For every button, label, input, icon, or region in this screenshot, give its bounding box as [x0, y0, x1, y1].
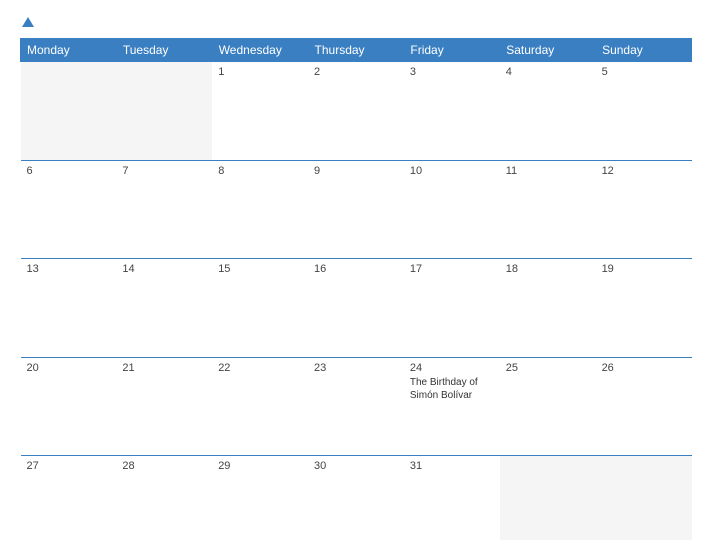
- day-number: 7: [122, 165, 206, 177]
- calendar-cell: 9: [308, 160, 404, 259]
- calendar-cell: 10: [404, 160, 500, 259]
- day-number: 11: [506, 165, 590, 177]
- calendar-cell: 27: [21, 456, 117, 541]
- day-number: 24: [410, 362, 494, 374]
- calendar-cell: 31: [404, 456, 500, 541]
- day-number: 13: [27, 263, 111, 275]
- day-number: 3: [410, 66, 494, 78]
- day-number: 5: [602, 66, 686, 78]
- weekday-header: Saturday: [500, 39, 596, 62]
- day-number: 18: [506, 263, 590, 275]
- calendar-cell: 2: [308, 62, 404, 161]
- day-number: 8: [218, 165, 302, 177]
- weekday-header: Monday: [21, 39, 117, 62]
- day-number: 16: [314, 263, 398, 275]
- calendar-cell: 1: [212, 62, 308, 161]
- calendar-cell: 5: [596, 62, 692, 161]
- calendar-cell: 4: [500, 62, 596, 161]
- weekday-header-row: MondayTuesdayWednesdayThursdayFridaySatu…: [21, 39, 692, 62]
- calendar-cell: 20: [21, 357, 117, 456]
- calendar-cell: 12: [596, 160, 692, 259]
- calendar-cell: 6: [21, 160, 117, 259]
- calendar-cell: [500, 456, 596, 541]
- calendar-cell: 30: [308, 456, 404, 541]
- calendar-cell: 7: [116, 160, 212, 259]
- day-number: 27: [27, 460, 111, 472]
- day-number: 4: [506, 66, 590, 78]
- day-number: 14: [122, 263, 206, 275]
- calendar-cell: 23: [308, 357, 404, 456]
- calendar-cell: 16: [308, 259, 404, 358]
- weekday-header: Friday: [404, 39, 500, 62]
- day-number: 12: [602, 165, 686, 177]
- day-number: 25: [506, 362, 590, 374]
- logo: [20, 18, 34, 28]
- calendar-week-row: 12345: [21, 62, 692, 161]
- calendar-cell: [116, 62, 212, 161]
- day-number: 10: [410, 165, 494, 177]
- weekday-header: Wednesday: [212, 39, 308, 62]
- weekday-header: Tuesday: [116, 39, 212, 62]
- day-number: 2: [314, 66, 398, 78]
- calendar-cell: 15: [212, 259, 308, 358]
- day-number: 9: [314, 165, 398, 177]
- day-number: 28: [122, 460, 206, 472]
- day-number: 31: [410, 460, 494, 472]
- day-number: 29: [218, 460, 302, 472]
- calendar-cell: [596, 456, 692, 541]
- calendar-cell: 11: [500, 160, 596, 259]
- day-number: 1: [218, 66, 302, 78]
- day-number: 20: [27, 362, 111, 374]
- calendar-cell: 3: [404, 62, 500, 161]
- calendar-cell: 14: [116, 259, 212, 358]
- calendar-cell: 28: [116, 456, 212, 541]
- calendar-cell: 25: [500, 357, 596, 456]
- calendar-week-row: 2021222324The Birthday of Simón Bolívar2…: [21, 357, 692, 456]
- calendar-cell: 29: [212, 456, 308, 541]
- calendar-week-row: 13 14 15 16 17 18 19: [21, 259, 692, 358]
- calendar-cell: 8: [212, 160, 308, 259]
- calendar-cell: 18: [500, 259, 596, 358]
- day-number: 30: [314, 460, 398, 472]
- calendar-cell: [21, 62, 117, 161]
- calendar-week-row: 6789 10 11 12: [21, 160, 692, 259]
- day-number: 6: [27, 165, 111, 177]
- logo-triangle-icon: [22, 17, 34, 27]
- day-number: 26: [602, 362, 686, 374]
- calendar-page: MondayTuesdayWednesdayThursdayFridaySatu…: [0, 0, 712, 550]
- day-number: 17: [410, 263, 494, 275]
- header: [20, 18, 692, 28]
- calendar-cell: 24 The Birthday of Simón Bolívar: [404, 357, 500, 456]
- day-number: 23: [314, 362, 398, 374]
- calendar-cell: 13: [21, 259, 117, 358]
- calendar-cell: 22: [212, 357, 308, 456]
- weekday-header: Thursday: [308, 39, 404, 62]
- calendar-cell: 21: [116, 357, 212, 456]
- event-label: The Birthday of Simón Bolívar: [410, 376, 494, 402]
- calendar-cell: 19: [596, 259, 692, 358]
- day-number: 19: [602, 263, 686, 275]
- calendar-cell: 17: [404, 259, 500, 358]
- calendar-table: MondayTuesdayWednesdayThursdayFridaySatu…: [20, 38, 692, 540]
- weekday-header: Sunday: [596, 39, 692, 62]
- calendar-cell: 26: [596, 357, 692, 456]
- day-number: 15: [218, 263, 302, 275]
- calendar-week-row: 27 28 29 30 31: [21, 456, 692, 541]
- day-number: 21: [122, 362, 206, 374]
- day-number: 22: [218, 362, 302, 374]
